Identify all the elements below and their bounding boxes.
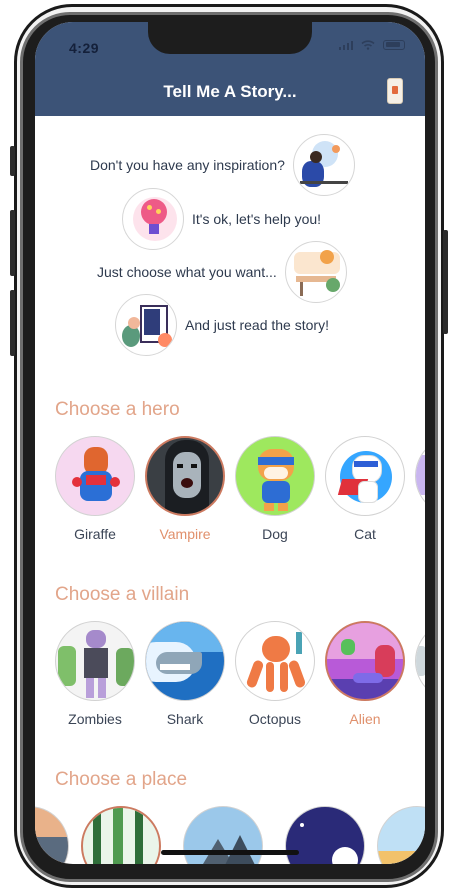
zombies-avatar — [55, 621, 135, 701]
signal-icon — [339, 40, 353, 50]
reading-illustration — [115, 294, 177, 356]
section-title-villain: Choose a villain — [55, 584, 190, 605]
hero-label: Cat — [354, 526, 376, 542]
inspiration-text: It's ok, let's help you! — [192, 211, 322, 227]
shark-avatar — [145, 621, 225, 701]
villain-label: Zombies — [68, 711, 122, 727]
villain-label: Shark — [166, 711, 204, 727]
app-header: 4:29 Tell Me A Story... — [35, 22, 425, 116]
hero-option-vampire[interactable]: Vampire — [145, 436, 225, 542]
inspiration-text: Just choose what you want... — [97, 264, 277, 280]
villain-option-octopus[interactable]: Octopus — [235, 621, 315, 727]
inspiration-text: Don't you have any inspiration? — [90, 157, 285, 173]
dog-avatar — [235, 436, 315, 516]
place-carousel[interactable] — [35, 806, 425, 864]
notch — [148, 22, 312, 54]
cat-avatar — [325, 436, 405, 516]
home-indicator[interactable] — [161, 850, 299, 855]
octopus-avatar — [235, 621, 315, 701]
page-title: Tell Me A Story... — [163, 82, 297, 101]
side-button — [10, 210, 15, 276]
place-option-mountains[interactable] — [183, 806, 263, 864]
hero-label: Vampire — [159, 526, 211, 542]
phone-icon[interactable] — [387, 78, 403, 104]
place-option-desert[interactable] — [377, 806, 425, 864]
side-button — [10, 146, 15, 176]
more-hero-avatar — [415, 436, 425, 516]
inspiration-row: Don't you have any inspiration? — [90, 134, 355, 196]
place-option-space[interactable] — [285, 806, 365, 864]
app-screen: 4:29 Tell Me A Story... Don't you have a… — [35, 22, 425, 864]
status-time: 4:29 — [69, 40, 100, 56]
section-title-place: Choose a place — [55, 769, 188, 790]
side-button — [10, 290, 15, 356]
vampire-avatar — [145, 436, 225, 516]
villain-option-shark[interactable]: Shark — [145, 621, 225, 727]
villain-label: Octopus — [248, 711, 302, 727]
wifi-icon — [361, 40, 375, 50]
battery-icon — [383, 40, 405, 50]
inspiration-text: And just read the story! — [185, 317, 329, 333]
hero-option-dog[interactable]: Dog — [235, 436, 315, 542]
giraffe-avatar — [55, 436, 135, 516]
thinking-person-illustration — [292, 134, 355, 196]
hero-label: Giraffe — [74, 526, 116, 542]
villain-option-more[interactable] — [415, 621, 425, 701]
place-option-sunset[interactable] — [35, 806, 69, 864]
status-icons — [339, 40, 405, 50]
hero-label: Dog — [262, 526, 288, 542]
hero-carousel[interactable]: Giraffe Vampire Dog Cat — [55, 436, 425, 556]
villain-carousel[interactable]: Zombies Shark Octopus Alien — [55, 621, 425, 741]
hero-option-more[interactable] — [415, 436, 425, 516]
section-title-hero: Choose a hero — [55, 399, 180, 420]
hero-option-giraffe[interactable]: Giraffe — [55, 436, 135, 542]
villain-option-alien[interactable]: Alien — [325, 621, 405, 727]
alien-avatar — [325, 621, 405, 701]
side-button — [443, 230, 448, 334]
villain-label: Alien — [349, 711, 381, 727]
place-option-forest[interactable] — [81, 806, 161, 864]
inspiration-row: And just read the story! — [115, 294, 329, 356]
more-villain-avatar — [415, 621, 425, 701]
villain-option-zombies[interactable]: Zombies — [55, 621, 135, 727]
hero-option-cat[interactable]: Cat — [325, 436, 405, 542]
